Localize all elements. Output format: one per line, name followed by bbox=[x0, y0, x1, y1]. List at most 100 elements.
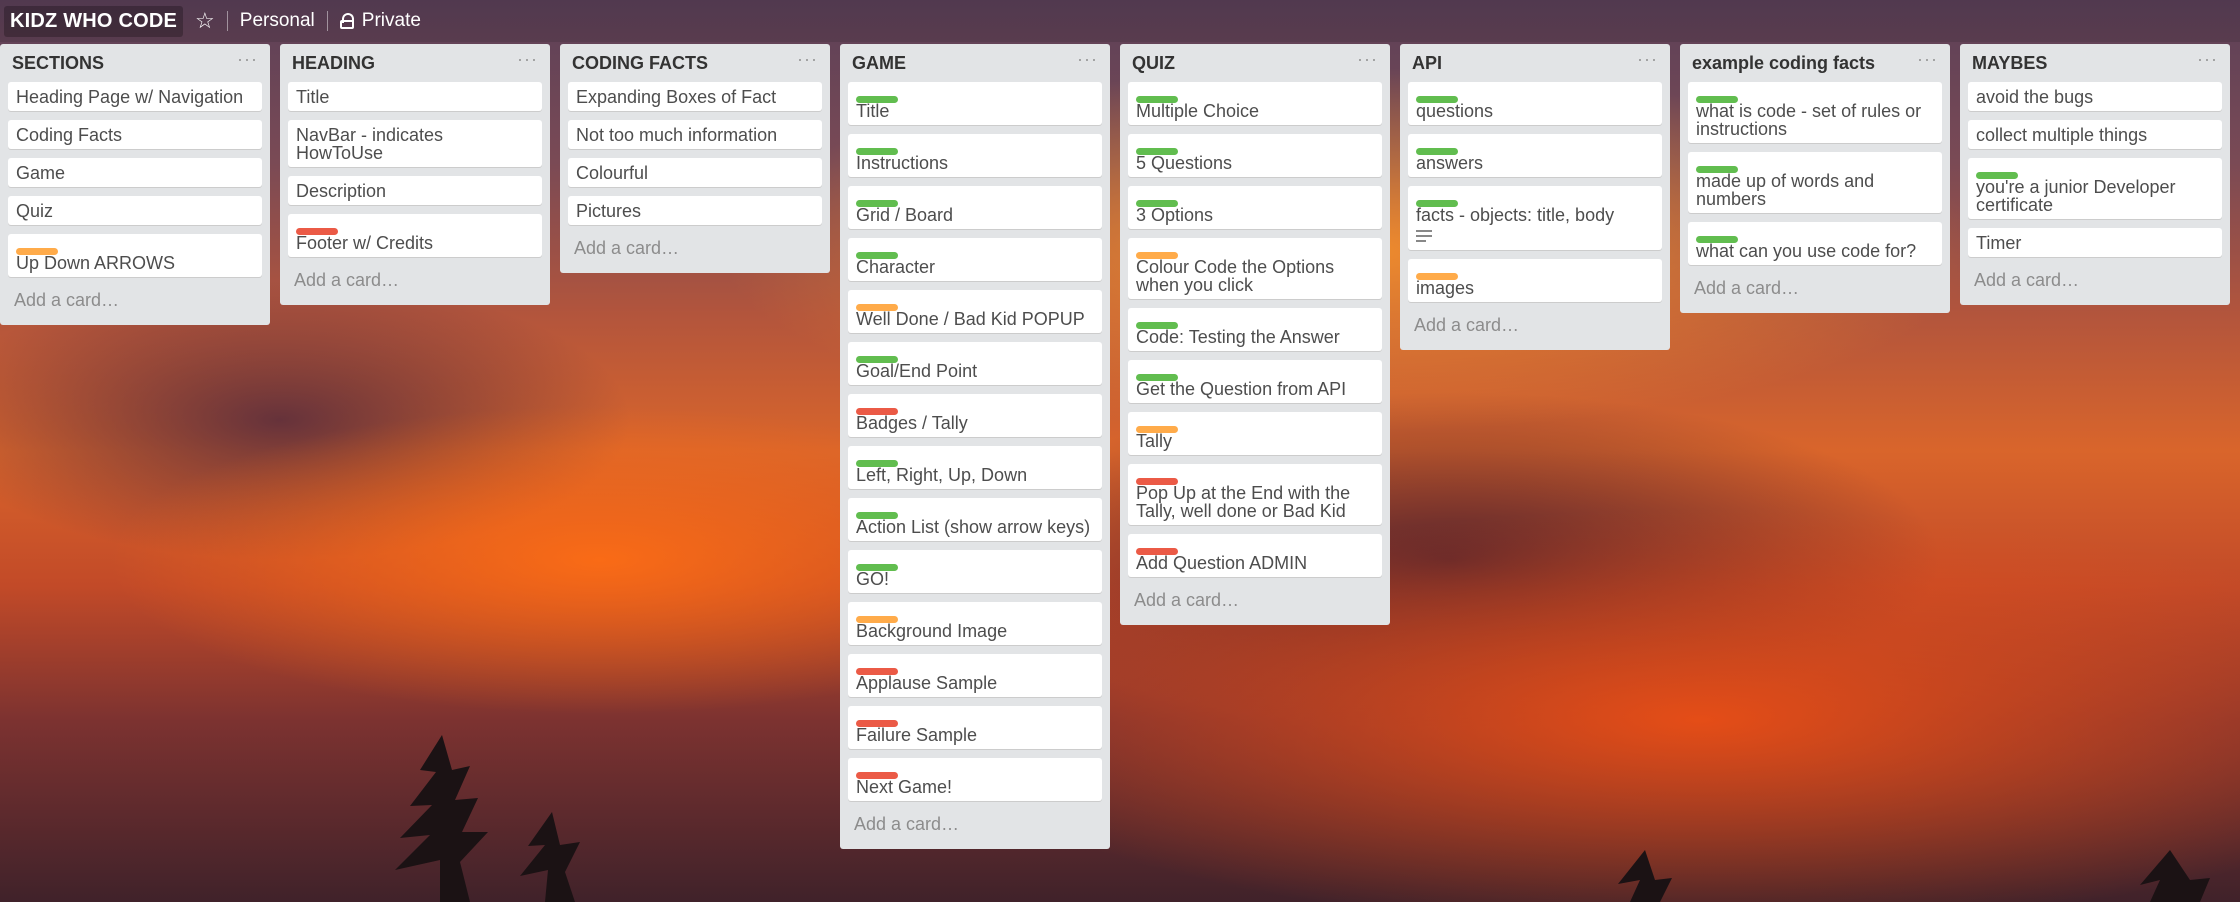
card[interactable]: Next Game! bbox=[848, 758, 1102, 801]
visibility-button[interactable]: Private bbox=[339, 10, 421, 32]
card[interactable]: Timer bbox=[1968, 228, 2222, 257]
card-labels bbox=[1136, 192, 1374, 207]
list-title[interactable]: CODING FACTS bbox=[572, 53, 708, 74]
card[interactable]: what can you use code for? bbox=[1688, 222, 1942, 265]
card-title: what can you use code for? bbox=[1696, 241, 1917, 261]
card-labels bbox=[856, 88, 1094, 103]
card-title: Multiple Choice bbox=[1136, 101, 1260, 121]
card-labels bbox=[856, 504, 1094, 519]
list-menu-icon[interactable]: ··· bbox=[237, 49, 258, 70]
card-labels bbox=[856, 764, 1094, 779]
card[interactable]: Up Down ARROWS bbox=[8, 234, 262, 277]
card[interactable]: images bbox=[1408, 259, 1662, 302]
card[interactable]: 3 Options bbox=[1128, 186, 1382, 229]
add-card-button[interactable]: Add a card… bbox=[1128, 586, 1382, 619]
card[interactable]: Heading Page w/ Navigation bbox=[8, 82, 262, 111]
card[interactable]: Title bbox=[288, 82, 542, 111]
list-menu-icon[interactable]: ··· bbox=[1357, 49, 1378, 70]
card[interactable]: 5 Questions bbox=[1128, 134, 1382, 177]
card[interactable]: made up of words and numbers bbox=[1688, 152, 1942, 213]
card-labels bbox=[856, 244, 1094, 259]
card[interactable]: Failure Sample bbox=[848, 706, 1102, 749]
add-card-button[interactable]: Add a card… bbox=[8, 286, 262, 319]
card-labels bbox=[856, 712, 1094, 727]
add-card-button[interactable]: Add a card… bbox=[288, 266, 542, 299]
card[interactable]: Coding Facts bbox=[8, 120, 262, 149]
card-title: Heading Page w/ Navigation bbox=[16, 87, 244, 107]
list: QUIZ ··· Multiple Choice 5 Questions 3 Optio… bbox=[1120, 44, 1390, 625]
list-menu-icon[interactable]: ··· bbox=[797, 49, 818, 70]
add-card-button[interactable]: Add a card… bbox=[1968, 266, 2222, 299]
card[interactable]: Description bbox=[288, 176, 542, 205]
card[interactable]: Action List (show arrow keys) bbox=[848, 498, 1102, 541]
star-icon[interactable]: ☆ bbox=[195, 8, 215, 34]
list-title[interactable]: HEADING bbox=[292, 53, 375, 74]
card-title: Character bbox=[856, 257, 936, 277]
card[interactable]: Expanding Boxes of Fact bbox=[568, 82, 822, 111]
card-labels bbox=[856, 400, 1094, 415]
card[interactable]: questions bbox=[1408, 82, 1662, 125]
list-header: QUIZ ··· bbox=[1128, 44, 1382, 82]
list-menu-icon[interactable]: ··· bbox=[1917, 49, 1938, 70]
card[interactable]: you're a junior Developer certificate bbox=[1968, 158, 2222, 219]
card[interactable]: Footer w/ Credits bbox=[288, 214, 542, 257]
list-title[interactable]: API bbox=[1412, 53, 1442, 74]
card[interactable]: Pictures bbox=[568, 196, 822, 225]
add-card-button[interactable]: Add a card… bbox=[1688, 274, 1942, 307]
list-menu-icon[interactable]: ··· bbox=[517, 49, 538, 70]
list: HEADING ··· Title NavBar - indicates HowToU… bbox=[280, 44, 550, 305]
card-title: Background Image bbox=[856, 621, 1008, 641]
card[interactable]: Add Question ADMIN bbox=[1128, 534, 1382, 577]
card[interactable]: Quiz bbox=[8, 196, 262, 225]
list-title[interactable]: example coding facts bbox=[1692, 53, 1875, 74]
add-card-button[interactable]: Add a card… bbox=[568, 234, 822, 267]
card[interactable]: Goal/End Point bbox=[848, 342, 1102, 385]
card[interactable]: Instructions bbox=[848, 134, 1102, 177]
card-labels bbox=[1136, 140, 1374, 155]
card[interactable]: collect multiple things bbox=[1968, 120, 2222, 149]
list: example coding facts ··· what is code - se… bbox=[1680, 44, 1950, 313]
board-lists: SECTIONS ··· Heading Page w/ Navigation Cod… bbox=[0, 44, 2230, 849]
list-header: SECTIONS ··· bbox=[8, 44, 262, 82]
card[interactable]: avoid the bugs bbox=[1968, 82, 2222, 111]
card[interactable]: Get the Question from API bbox=[1128, 360, 1382, 403]
card[interactable]: Not too much information bbox=[568, 120, 822, 149]
board-title[interactable]: KIDZ WHO CODE bbox=[4, 5, 184, 37]
card[interactable]: Character bbox=[848, 238, 1102, 281]
card-labels bbox=[1136, 418, 1374, 433]
list-title[interactable]: GAME bbox=[852, 53, 906, 74]
list-menu-icon[interactable]: ··· bbox=[1077, 49, 1098, 70]
card[interactable]: Well Done / Bad Kid POPUP bbox=[848, 290, 1102, 333]
card[interactable]: what is code - set of rules or instructi… bbox=[1688, 82, 1942, 143]
card[interactable]: Tally bbox=[1128, 412, 1382, 455]
card[interactable]: Multiple Choice bbox=[1128, 82, 1382, 125]
card[interactable]: Game bbox=[8, 158, 262, 187]
card[interactable]: GO! bbox=[848, 550, 1102, 593]
card-title: Action List (show arrow keys) bbox=[856, 517, 1091, 537]
card-labels bbox=[1416, 265, 1654, 280]
list-menu-icon[interactable]: ··· bbox=[2197, 49, 2218, 70]
card[interactable]: Badges / Tally bbox=[848, 394, 1102, 437]
list-title[interactable]: QUIZ bbox=[1132, 53, 1175, 74]
card[interactable]: facts - objects: title, body bbox=[1408, 186, 1662, 250]
add-card-button[interactable]: Add a card… bbox=[1408, 311, 1662, 344]
card[interactable]: Applause Sample bbox=[848, 654, 1102, 697]
card[interactable]: Left, Right, Up, Down bbox=[848, 446, 1102, 489]
card[interactable]: Pop Up at the End with the Tally, well d… bbox=[1128, 464, 1382, 525]
card[interactable]: Code: Testing the Answer bbox=[1128, 308, 1382, 351]
list-title[interactable]: SECTIONS bbox=[12, 53, 104, 74]
add-card-button[interactable]: Add a card… bbox=[848, 810, 1102, 843]
card[interactable]: answers bbox=[1408, 134, 1662, 177]
team-button[interactable]: Personal bbox=[240, 10, 315, 32]
list-title[interactable]: MAYBES bbox=[1972, 53, 2047, 74]
card[interactable]: NavBar - indicates HowToUse bbox=[288, 120, 542, 167]
list-menu-icon[interactable]: ··· bbox=[1637, 49, 1658, 70]
card[interactable]: Colourful bbox=[568, 158, 822, 187]
card[interactable]: Colour Code the Options when you click bbox=[1128, 238, 1382, 299]
card-title: Pictures bbox=[576, 201, 642, 221]
card[interactable]: Background Image bbox=[848, 602, 1102, 645]
card-title: GO! bbox=[856, 569, 890, 589]
card[interactable]: Grid / Board bbox=[848, 186, 1102, 229]
card-labels bbox=[856, 608, 1094, 623]
card[interactable]: Title bbox=[848, 82, 1102, 125]
